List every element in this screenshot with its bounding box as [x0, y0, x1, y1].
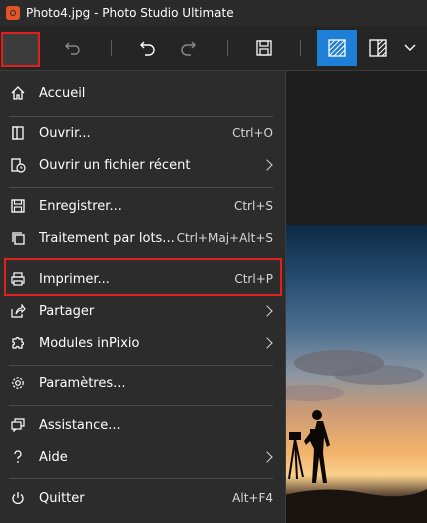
menu-item-label: Ouvrir un fichier récent: [39, 157, 191, 173]
menu-item-label: Paramètres...: [39, 375, 126, 391]
chevron-down-icon: [404, 44, 416, 52]
chevron-right-icon: [261, 337, 273, 349]
title-bar: Photo4.jpg - Photo Studio Ultimate: [0, 0, 427, 26]
menu-item-recent[interactable]: Ouvrir un fichier récent: [0, 150, 285, 180]
undo-button[interactable]: [130, 30, 166, 66]
menu-item-label: Traitement par lots...: [39, 230, 175, 246]
menu-item-label: Quitter: [39, 490, 85, 506]
menu-item-home[interactable]: Accueil: [0, 78, 285, 108]
help-icon: [9, 448, 27, 466]
menu-item-help[interactable]: Aide: [0, 442, 285, 472]
view-compare-icon: [369, 39, 387, 57]
menu-item-open[interactable]: Ouvrir... Ctrl+O: [0, 118, 285, 148]
chevron-right-icon: [261, 451, 273, 463]
menu-item-settings[interactable]: Paramètres...: [0, 368, 285, 398]
menu-item-modules[interactable]: Modules inPixio: [0, 328, 285, 358]
view-single-icon: [328, 39, 346, 57]
menu-item-label: Accueil: [39, 85, 86, 101]
view-single-button[interactable]: [317, 30, 357, 66]
batch-icon: [9, 229, 27, 247]
save-icon: [256, 40, 272, 56]
menu-item-save[interactable]: Enregistrer... Ctrl+S: [0, 191, 285, 221]
redo-icon: [179, 40, 197, 56]
menu-item-shortcut: Alt+F4: [232, 491, 273, 505]
chevron-right-icon: [261, 305, 273, 317]
view-compare-button[interactable]: [360, 30, 396, 66]
more-options-button[interactable]: [396, 30, 424, 66]
toolbar-divider: [111, 40, 112, 56]
menu-button-highlight: [1, 32, 40, 67]
main-menu: Accueil Ouvrir... Ctrl+O Ouvrir un fichi…: [0, 71, 286, 523]
toolbar: [0, 26, 427, 71]
menu-item-label: Modules inPixio: [39, 335, 140, 351]
menu-divider: [9, 365, 273, 366]
menu-item-shortcut: Ctrl+Maj+Alt+S: [176, 231, 273, 245]
menu-item-label: Aide: [39, 449, 68, 465]
photo-preview: [284, 225, 427, 523]
menu-item-support[interactable]: Assistance...: [0, 410, 285, 440]
chevron-right-icon: [261, 159, 273, 171]
menu-item-label: Partager: [39, 303, 95, 319]
redo-button[interactable]: [170, 30, 206, 66]
menu-item-share[interactable]: Partager: [0, 296, 285, 326]
menu-item-batch[interactable]: Traitement par lots... Ctrl+Maj+Alt+S: [0, 223, 285, 253]
app-logo-icon: [6, 6, 20, 20]
home-icon: [9, 84, 27, 102]
menu-divider: [9, 478, 273, 479]
undo-back-icon: [64, 40, 82, 56]
menu-item-quit[interactable]: Quitter Alt+F4: [0, 483, 285, 513]
menu-item-label: Enregistrer...: [39, 198, 122, 214]
open-icon: [9, 124, 27, 142]
menu-item-label: Assistance...: [39, 417, 121, 433]
toolbar-divider: [227, 40, 228, 56]
share-icon: [9, 302, 27, 320]
menu-divider: [9, 405, 273, 406]
menu-item-shortcut: Ctrl+O: [232, 126, 273, 140]
print-item-highlight: [4, 258, 282, 296]
menu-item-label: Ouvrir...: [39, 125, 91, 141]
puzzle-icon: [9, 334, 27, 352]
undo-icon: [139, 40, 157, 56]
chat-icon: [9, 416, 27, 434]
gear-icon: [9, 374, 27, 392]
menu-divider: [9, 116, 273, 117]
menu-divider: [9, 187, 273, 188]
save-button[interactable]: [246, 30, 282, 66]
window-title: Photo4.jpg - Photo Studio Ultimate: [26, 6, 234, 20]
menu-item-shortcut: Ctrl+S: [233, 199, 273, 213]
recent-icon: [9, 156, 27, 174]
power-icon: [9, 489, 27, 507]
undo-back-button[interactable]: [55, 30, 91, 66]
toolbar-divider: [300, 40, 301, 56]
save-icon: [9, 197, 27, 215]
